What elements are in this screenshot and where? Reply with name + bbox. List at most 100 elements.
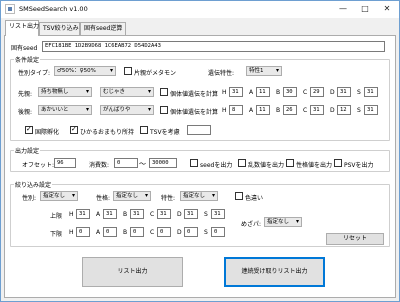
upper-iv-d-input[interactable]: 31 — [184, 209, 198, 219]
lower-iv-c-input[interactable]: 0 — [157, 227, 171, 237]
pre-iv-b-input[interactable]: 30 — [283, 87, 297, 97]
offset-label: オフセット: — [22, 162, 55, 169]
lower-iv-b-label: B — [123, 229, 128, 236]
gender-ratio-select[interactable]: ♂50%：♀50% — [54, 66, 116, 76]
shiny-checkbox[interactable] — [235, 192, 243, 200]
inherit-ability-label: 遺伝特性: — [208, 70, 235, 77]
post-iv-d-input[interactable]: 12 — [337, 105, 351, 115]
upper-iv-a-label: A — [96, 211, 101, 218]
shiny-charm-checkbox[interactable] — [70, 125, 78, 134]
post-iv-c-label: C — [303, 107, 308, 114]
personality-output-checkbox[interactable] — [286, 159, 294, 167]
upper-iv-a-input[interactable]: 31 — [103, 209, 117, 219]
seed-output-label: seedを出力 — [200, 162, 233, 169]
lower-iv-d-label: D — [177, 229, 182, 236]
lower-iv-a-input[interactable]: 0 — [103, 227, 117, 237]
close-icon[interactable]: ✕ — [376, 1, 398, 17]
upper-iv-h-input[interactable]: 31 — [76, 209, 90, 219]
pre-iv-s-input[interactable]: 31 — [364, 87, 378, 97]
rand-output-checkbox[interactable] — [238, 159, 246, 167]
lower-iv-b-input[interactable]: 0 — [130, 227, 144, 237]
pre-iv-a-input[interactable]: 11 — [256, 87, 270, 97]
pre-parent-label: 先親: — [18, 91, 33, 98]
post-iv-h-input[interactable]: 8 — [229, 105, 243, 115]
shiny-charm-label: ひかるおまもり所持 — [80, 129, 135, 136]
filter-nature-label: 性格: — [96, 195, 111, 202]
filter-ability-select[interactable]: 指定なし — [180, 191, 218, 201]
window-title: SMSeedSearch v1.00 — [19, 5, 88, 13]
post-iv-c-input[interactable]: 31 — [310, 105, 324, 115]
post-parent-item-select[interactable]: あかいいと — [38, 105, 92, 115]
mezapa-select[interactable]: 指定なし — [264, 217, 302, 227]
seed-label: 固有seed — [11, 45, 38, 52]
lower-iv-h-input[interactable]: 0 — [76, 227, 90, 237]
upper-iv-s-input[interactable]: 31 — [211, 209, 225, 219]
post-iv-s-input[interactable]: 31 — [364, 105, 378, 115]
pre-parent-item-select[interactable]: 持ち物無し — [38, 87, 92, 97]
filter-nature-select[interactable]: 指定なし — [113, 191, 151, 201]
upper-label: 上限 — [50, 213, 63, 220]
lower-label: 下限 — [50, 231, 63, 238]
pre-iv-d-input[interactable]: 31 — [337, 87, 351, 97]
continuous-list-output-button[interactable]: 連続受け取りリスト出力 — [224, 257, 325, 287]
tsv-checkbox[interactable] — [140, 126, 148, 134]
post-iv-a-input[interactable]: 11 — [256, 105, 270, 115]
consume-from-input[interactable]: 0 — [114, 158, 138, 168]
minimize-icon[interactable]: — — [332, 1, 354, 17]
post-iv-b-label: B — [276, 107, 281, 114]
seed-output-checkbox[interactable] — [190, 159, 198, 167]
lower-iv-s-input[interactable]: 0 — [211, 227, 225, 237]
seed-input[interactable]: EFC181BE 1D2B9D68 1C6EAB72 D54D2A43 — [42, 41, 385, 52]
pre-iv-h-label: H — [222, 89, 227, 96]
ditto-checkbox[interactable] — [124, 67, 132, 75]
psv-output-label: PSVを出力 — [344, 162, 374, 169]
tsv-input[interactable] — [187, 125, 211, 135]
consume-to-input[interactable]: 30000 — [149, 158, 177, 168]
range-tilde: ～ — [139, 160, 146, 168]
lower-iv-a-label: A — [96, 229, 101, 236]
post-iv-b-input[interactable]: 26 — [283, 105, 297, 115]
personality-output-label: 性格値を出力 — [296, 162, 333, 169]
conditions-group-title: 条件設定 — [14, 55, 41, 64]
post-parent-nature-select[interactable]: がんばりや — [100, 105, 154, 115]
post-iv-d-label: D — [330, 107, 335, 114]
tab-seed-reverse[interactable]: 固有seed逆算 — [80, 22, 126, 35]
tab-list-output[interactable]: リスト出力 — [5, 20, 39, 36]
psv-output-checkbox[interactable] — [334, 159, 342, 167]
upper-iv-h-label: H — [69, 211, 74, 218]
offset-input[interactable]: 96 — [54, 158, 76, 168]
filter-gender-select[interactable]: 指定なし — [40, 191, 78, 201]
mezapa-label: めざパ: — [241, 221, 262, 228]
post-iv-h-label: H — [222, 107, 227, 114]
upper-iv-b-label: B — [123, 211, 128, 218]
international-label: 国際孵化 — [35, 129, 60, 136]
filter-group-title: 絞り込み設定 — [14, 180, 53, 189]
pre-iv-b-label: B — [276, 89, 281, 96]
upper-iv-c-input[interactable]: 31 — [157, 209, 171, 219]
upper-iv-b-input[interactable]: 31 — [130, 209, 144, 219]
pre-iv-a-label: A — [249, 89, 254, 96]
inherit-ability-select[interactable]: 特性1 — [246, 66, 282, 76]
pre-iv-c-input[interactable]: 29 — [310, 87, 324, 97]
pre-iv-d-label: D — [330, 89, 335, 96]
lower-iv-h-label: H — [69, 229, 74, 236]
maximize-icon[interactable]: □ — [354, 1, 376, 17]
upper-iv-c-label: C — [150, 211, 155, 218]
reset-button[interactable]: リセット — [326, 233, 384, 245]
pre-parent-nature-select[interactable]: むじゃき — [100, 87, 154, 97]
post-calc-iv-checkbox[interactable] — [160, 106, 168, 114]
pre-iv-h-input[interactable]: 31 — [229, 87, 243, 97]
lower-iv-c-label: C — [150, 229, 155, 236]
shiny-label: 色違い — [245, 195, 264, 202]
list-output-button[interactable]: リスト出力 — [82, 257, 183, 287]
ditto-label: 片親がメタモン — [134, 70, 177, 77]
pre-iv-c-label: C — [303, 89, 308, 96]
output-group-title: 出力設定 — [14, 146, 41, 155]
app-icon — [5, 4, 15, 14]
pre-calc-iv-checkbox[interactable] — [160, 88, 168, 96]
post-parent-label: 後親: — [18, 109, 33, 116]
lower-iv-d-input[interactable]: 0 — [184, 227, 198, 237]
tab-tsv-filter[interactable]: TSV絞り込み — [39, 22, 80, 35]
international-checkbox[interactable] — [25, 125, 33, 134]
upper-iv-s-label: S — [204, 211, 208, 218]
